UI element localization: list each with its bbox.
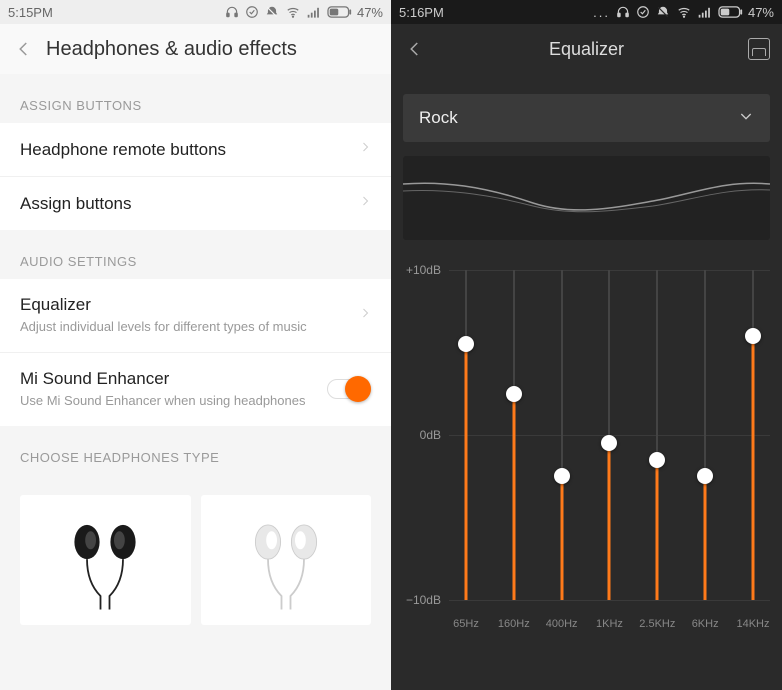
- band-freq-label: 2.5KHz: [639, 618, 675, 630]
- more-icon: ...: [593, 5, 610, 20]
- slider-fill: [751, 336, 754, 600]
- mute-icon: [656, 5, 670, 19]
- eq-band-400Hz[interactable]: 400Hz: [547, 260, 577, 630]
- mute-icon: [265, 5, 279, 19]
- sync-icon: [245, 5, 259, 19]
- eq-band-2.5KHz[interactable]: 2.5KHz: [642, 260, 672, 630]
- wifi-icon: [285, 5, 301, 19]
- status-bar: 5:15PM 47%: [0, 0, 391, 24]
- row-headphone-remote[interactable]: Headphone remote buttons: [0, 123, 391, 176]
- status-time: 5:16PM: [399, 5, 444, 20]
- band-freq-label: 160Hz: [498, 618, 530, 630]
- slider-knob[interactable]: [745, 328, 761, 344]
- slider-knob[interactable]: [554, 468, 570, 484]
- status-battery: 47%: [748, 5, 774, 20]
- battery-icon: [327, 6, 353, 18]
- row-title: Mi Sound Enhancer: [20, 369, 327, 389]
- row-mi-sound-enhancer[interactable]: Mi Sound Enhancer Use Mi Sound Enhancer …: [0, 352, 391, 426]
- sync-icon: [636, 5, 650, 19]
- section-choose-label: CHOOSE HEADPHONES TYPE: [0, 426, 391, 475]
- preset-value: Rock: [419, 108, 458, 128]
- band-freq-label: 14KHz: [736, 618, 769, 630]
- save-icon[interactable]: [748, 38, 770, 60]
- headphone-type-white[interactable]: [201, 495, 372, 625]
- eq-band-1KHz[interactable]: 1KHz: [594, 260, 624, 630]
- y-label-top: +10dB: [406, 263, 441, 277]
- eq-curve-preview: [403, 156, 770, 240]
- row-subtitle: Adjust individual levels for different t…: [20, 319, 359, 336]
- battery-icon: [718, 6, 744, 18]
- y-label-mid: 0dB: [420, 428, 441, 442]
- row-title: Equalizer: [20, 295, 359, 315]
- band-freq-label: 400Hz: [546, 618, 578, 630]
- chevron-right-icon: [359, 193, 371, 214]
- back-button[interactable]: [12, 37, 36, 61]
- preset-dropdown[interactable]: Rock: [403, 94, 770, 142]
- section-audio-label: AUDIO SETTINGS: [0, 230, 391, 279]
- slider-knob[interactable]: [458, 336, 474, 352]
- eq-band-6KHz[interactable]: 6KHz: [690, 260, 720, 630]
- status-bar: 5:16PM ... 47%: [391, 0, 782, 24]
- enhancer-toggle[interactable]: [327, 379, 371, 399]
- header: Equalizer: [391, 24, 782, 74]
- wifi-icon: [676, 5, 692, 19]
- slider-fill: [512, 394, 515, 600]
- signal-icon: [698, 5, 712, 19]
- band-freq-label: 6KHz: [692, 618, 719, 630]
- row-title: Assign buttons: [20, 194, 359, 214]
- eq-band-14KHz[interactable]: 14KHz: [738, 260, 768, 630]
- slider-knob[interactable]: [697, 468, 713, 484]
- slider-knob[interactable]: [649, 452, 665, 468]
- chevron-down-icon: [738, 108, 754, 129]
- slider-fill: [656, 460, 659, 600]
- slider-fill: [608, 443, 611, 600]
- band-freq-label: 1KHz: [596, 618, 623, 630]
- signal-icon: [307, 5, 321, 19]
- header: Headphones & audio effects: [0, 24, 391, 74]
- headphone-icon: [225, 5, 239, 19]
- slider-fill: [560, 476, 563, 600]
- row-equalizer[interactable]: Equalizer Adjust individual levels for d…: [0, 279, 391, 352]
- equalizer-sliders: +10dB 0dB −10dB 65Hz 160Hz 400Hz 1KHz 2.5KHz…: [403, 260, 770, 630]
- page-title: Equalizer: [391, 39, 782, 60]
- back-button[interactable]: [403, 37, 427, 61]
- section-assign-label: ASSIGN BUTTONS: [0, 74, 391, 123]
- status-time: 5:15PM: [8, 5, 53, 20]
- slider-fill: [704, 476, 707, 600]
- equalizer-screen: 5:16PM ... 47% Equalizer Rock +10dB: [391, 0, 782, 690]
- eq-band-160Hz[interactable]: 160Hz: [499, 260, 529, 630]
- eq-band-65Hz[interactable]: 65Hz: [451, 260, 481, 630]
- slider-knob[interactable]: [506, 386, 522, 402]
- band-freq-label: 65Hz: [453, 618, 479, 630]
- slider-knob[interactable]: [601, 435, 617, 451]
- row-subtitle: Use Mi Sound Enhancer when using headpho…: [20, 393, 327, 410]
- chevron-right-icon: [359, 305, 371, 326]
- page-title: Headphones & audio effects: [46, 38, 297, 61]
- row-title: Headphone remote buttons: [20, 140, 359, 160]
- headphone-icon: [616, 5, 630, 19]
- headphone-type-black[interactable]: [20, 495, 191, 625]
- slider-fill: [465, 344, 468, 600]
- chevron-right-icon: [359, 139, 371, 160]
- y-label-bot: −10dB: [406, 593, 441, 607]
- settings-screen: 5:15PM 47% Headphones & audio effects AS…: [0, 0, 391, 690]
- status-battery: 47%: [357, 5, 383, 20]
- row-assign-buttons[interactable]: Assign buttons: [0, 176, 391, 230]
